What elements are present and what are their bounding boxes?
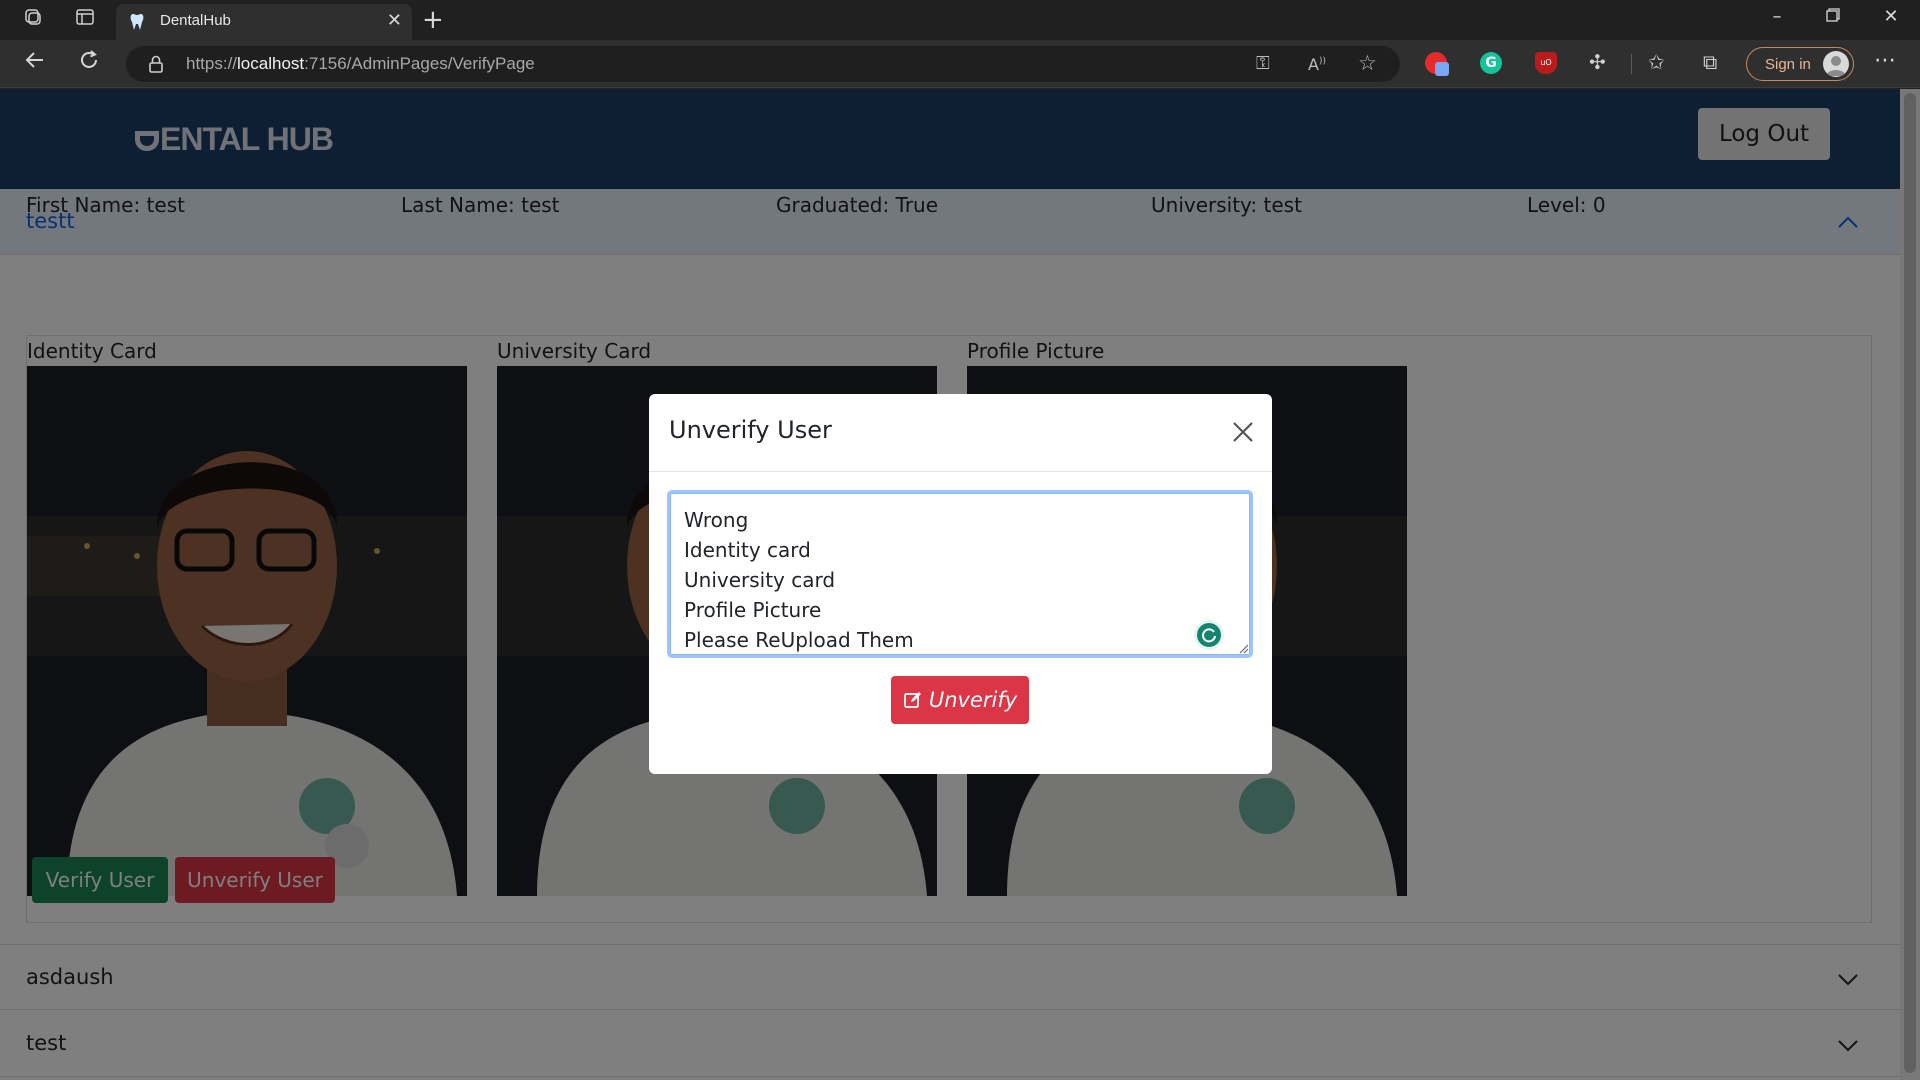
unverify-submit-button[interactable]: Unverify — [891, 676, 1029, 724]
ublock-extension-icon[interactable]: uO — [1535, 52, 1557, 74]
refresh-icon[interactable] — [74, 49, 104, 79]
page-viewport: ENTAL HUB Log Out testt First Name: test… — [0, 89, 1920, 1080]
sign-in-button[interactable]: Sign in — [1746, 47, 1854, 81]
read-aloud-icon[interactable]: A)) — [1308, 55, 1326, 74]
unverify-submit-label: Unverify — [928, 688, 1018, 712]
reason-line: Profile Picture — [684, 598, 822, 622]
reason-line: Please ReUpload Them — [684, 628, 914, 652]
edit-icon — [903, 692, 921, 708]
new-tab-icon[interactable]: + — [422, 5, 444, 35]
reason-line: University card — [684, 568, 836, 592]
unverify-reason-textarea[interactable]: Wrong Identity card University card Prof… — [667, 490, 1253, 658]
extension-red-icon[interactable] — [1425, 52, 1449, 76]
tab-title: DentalHub — [160, 12, 231, 29]
close-icon[interactable] — [1229, 418, 1257, 446]
lock-icon[interactable] — [148, 55, 164, 73]
back-icon[interactable] — [20, 49, 50, 79]
modal-header: Unverify User — [649, 394, 1272, 472]
tooth-icon — [130, 14, 144, 30]
browser-tab[interactable]: DentalHub ✕ — [116, 4, 412, 40]
minimize-icon[interactable]: – — [1762, 6, 1792, 27]
address-bar: https://localhost:7156/AdminPages/Verify… — [0, 40, 1920, 88]
reason-line: Identity card — [684, 538, 811, 562]
modal-title: Unverify User — [669, 416, 832, 444]
favorites-icon[interactable]: ✩ — [1648, 50, 1665, 74]
extensions-puzzle-icon[interactable]: ✣ — [1589, 50, 1606, 74]
tab-close-icon[interactable]: ✕ — [387, 10, 402, 31]
tab-actions-icon[interactable] — [72, 7, 98, 33]
workspaces-icon[interactable] — [20, 7, 46, 33]
toolbar-divider — [1631, 54, 1632, 74]
more-options-icon[interactable]: ⋯ — [1874, 48, 1897, 73]
grammarly-extension-icon[interactable]: G — [1480, 52, 1502, 74]
window-close-icon[interactable]: ✕ — [1876, 6, 1906, 27]
grammarly-icon[interactable] — [1194, 620, 1224, 650]
key-icon[interactable]: ⚿ — [1256, 53, 1270, 74]
reason-line: Wrong — [684, 508, 749, 532]
resize-grip-icon[interactable] — [1237, 642, 1249, 654]
collections-icon[interactable]: ⧉ — [1703, 50, 1717, 74]
profile-avatar-icon — [1823, 51, 1849, 77]
favorite-star-icon[interactable]: ☆ — [1358, 51, 1377, 75]
restore-icon[interactable] — [1818, 6, 1848, 27]
url-text: https://localhost:7156/AdminPages/Verify… — [186, 54, 535, 73]
unverify-user-modal: Unverify User Wrong Identity card Univer… — [649, 394, 1272, 774]
url-field[interactable]: https://localhost:7156/AdminPages/Verify… — [126, 46, 1400, 82]
browser-tab-bar: DentalHub ✕ + – ✕ — [0, 0, 1920, 40]
